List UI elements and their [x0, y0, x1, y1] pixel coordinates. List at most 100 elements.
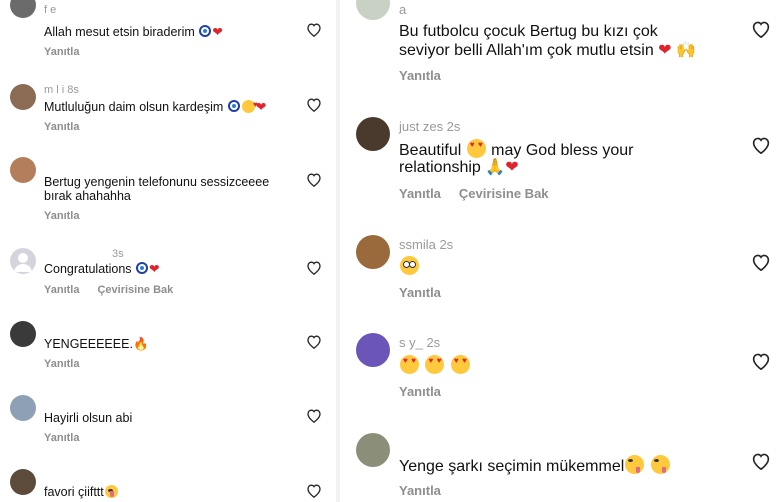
comment-item: ssmila 2s Yanıtla: [340, 230, 783, 310]
reply-link[interactable]: Yanıtla: [44, 46, 79, 58]
comment-username[interactable]: a: [399, 2, 406, 17]
smiling-face-with-hearts-emoji-icon: [241, 97, 258, 113]
smiling-face-with-heart-eyes-emoji-icon: [425, 355, 445, 374]
comment-actions: Yanıtla: [44, 432, 97, 444]
comment-item: just zes 2s Beautiful may God bless your…: [340, 112, 783, 212]
avatar[interactable]: [356, 235, 390, 269]
comment-body: relationship: [399, 159, 481, 176]
comment-text-line2: seviyor belli Allah'ım çok mutlu etsin ❤…: [399, 41, 696, 60]
reply-link[interactable]: Yanıtla: [399, 285, 441, 300]
comment-text: Allah mesut etsin biraderim ❤: [44, 25, 223, 40]
comment-item: 3s Congratulations ❤ Yanıtla Çevirisine B…: [0, 244, 336, 304]
comment-actions: Yanıtla: [44, 121, 97, 133]
avatar[interactable]: [10, 84, 36, 110]
like-heart-icon[interactable]: [306, 172, 322, 187]
zany-face-emoji-icon: [625, 455, 645, 474]
like-heart-icon[interactable]: [306, 408, 322, 423]
nazar-amulet-emoji-icon: [199, 25, 212, 37]
comment-username[interactable]: just zes 2s: [399, 119, 460, 134]
like-heart-icon[interactable]: [306, 334, 322, 349]
comment-text: Hayirli olsun abi: [44, 411, 133, 425]
avatar[interactable]: [10, 469, 36, 495]
avatar[interactable]: [356, 333, 390, 367]
comment-actions: Yanıtla Çevirisine Bak: [399, 186, 567, 201]
comment-text: Congratulations ❤: [44, 262, 160, 277]
smiling-face-with-heart-eyes-emoji-icon: [400, 355, 419, 374]
avatar[interactable]: [10, 248, 36, 274]
comment-username[interactable]: s y_ 2s: [399, 335, 440, 350]
fire-emoji-icon: 🔥: [132, 337, 149, 351]
like-heart-icon[interactable]: [306, 260, 322, 275]
comments-panel-left: f e Allah mesut etsin biraderim ❤ Yanıtl…: [0, 0, 336, 502]
comment-item: Yenge şarkı seçimin mükemmel Yanıtla: [340, 428, 783, 502]
like-heart-icon[interactable]: [306, 483, 322, 498]
avatar[interactable]: [356, 433, 390, 467]
comment-body: YENGEEEEEE.: [44, 337, 133, 351]
avatar[interactable]: [10, 157, 36, 183]
comment-text-line2: bırak ahahahha: [44, 189, 131, 203]
red-heart-emoji-icon: ❤: [505, 159, 519, 176]
comment-item: f e Allah mesut etsin biraderim ❤ Yanıtl…: [0, 0, 336, 66]
see-translation-link[interactable]: Çevirisine Bak: [97, 284, 173, 296]
smiling-face-with-heart-eyes-emoji-icon: [466, 139, 486, 158]
nazar-amulet-emoji-icon: [136, 262, 149, 274]
flushed-face-emoji-icon: [400, 256, 419, 275]
comment-text: Beautiful may God bless your: [399, 139, 633, 160]
zany-face-emoji-icon: [104, 485, 118, 498]
comment-actions: Yanıtla: [44, 46, 97, 58]
see-translation-link[interactable]: Çevirisine Bak: [459, 186, 549, 201]
comment-text: [399, 355, 471, 376]
comment-actions: Yanıtla Çevirisine Bak: [44, 284, 191, 296]
like-heart-icon[interactable]: [751, 253, 771, 271]
reply-link[interactable]: Yanıtla: [399, 483, 441, 498]
reply-link[interactable]: Yanıtla: [399, 186, 441, 201]
comment-actions: Yanıtla: [399, 68, 459, 83]
comment-text: YENGEEEEEE.🔥: [44, 337, 149, 352]
avatar[interactable]: [10, 0, 36, 18]
comment-body: Mutluluğun daim olsun kardeşim: [44, 100, 224, 114]
comment-item: m l i 8s Mutluluğun daim olsun kardeşim …: [0, 80, 336, 146]
comment-body: seviyor belli Allah'ım çok mutlu etsin: [399, 42, 654, 59]
reply-link[interactable]: Yanıtla: [44, 432, 79, 444]
comment-text-line2: relationship 🙏❤: [399, 158, 519, 177]
folded-hands-emoji-icon: 🙏: [485, 159, 506, 176]
comment-username[interactable]: f e: [44, 4, 56, 16]
comment-actions: Yanıtla: [44, 210, 97, 222]
comment-username[interactable]: ssmila 2s: [399, 237, 453, 252]
reply-link[interactable]: Yanıtla: [44, 284, 79, 296]
avatar[interactable]: [10, 395, 36, 421]
comment-text: [399, 256, 420, 277]
like-heart-icon[interactable]: [751, 20, 771, 38]
like-heart-icon[interactable]: [306, 97, 322, 112]
comment-item: Bertug yengenin telefonunu sessizceeee b…: [0, 154, 336, 234]
reply-link[interactable]: Yanıtla: [44, 121, 79, 133]
like-heart-icon[interactable]: [751, 352, 771, 370]
comment-username[interactable]: 3s: [112, 248, 124, 260]
comment-body: Congratulations: [44, 262, 132, 276]
reply-link[interactable]: Yanıtla: [44, 210, 79, 222]
comment-username[interactable]: m l i 8s: [44, 84, 79, 96]
comment-actions: Yanıtla: [399, 384, 459, 399]
nazar-amulet-emoji-icon: [227, 100, 240, 112]
comment-body: Yenge şarkı seçimin mükemmel: [399, 458, 625, 475]
reply-link[interactable]: Yanıtla: [399, 68, 441, 83]
avatar[interactable]: [356, 117, 390, 151]
like-heart-icon[interactable]: [306, 22, 322, 37]
smiling-face-with-heart-eyes-emoji-icon: [450, 355, 470, 374]
comment-body: Beautiful: [399, 142, 462, 159]
comment-body: Allah mesut etsin biraderim: [44, 25, 195, 39]
comment-body-cont: may God bless your: [491, 142, 634, 159]
comment-text: favori çiifttt: [44, 485, 119, 500]
comments-panel-right: a Bu futbolcu çocuk Bertug bu kızı çok s…: [340, 0, 783, 502]
reply-link[interactable]: Yanıtla: [399, 384, 441, 399]
comment-item: s y_ 2s Yanıtla: [340, 328, 783, 408]
comment-body: favori çiifttt: [44, 485, 104, 499]
red-heart-emoji-icon: ❤: [212, 25, 223, 39]
like-heart-icon[interactable]: [751, 136, 771, 154]
reply-link[interactable]: Yanıtla: [44, 358, 79, 370]
comment-text: Yenge şarkı seçimin mükemmel: [399, 455, 671, 476]
avatar[interactable]: [356, 0, 390, 20]
comment-text: Bu futbolcu çocuk Bertug bu kızı çok: [399, 23, 658, 40]
avatar[interactable]: [10, 321, 36, 347]
like-heart-icon[interactable]: [751, 452, 771, 470]
